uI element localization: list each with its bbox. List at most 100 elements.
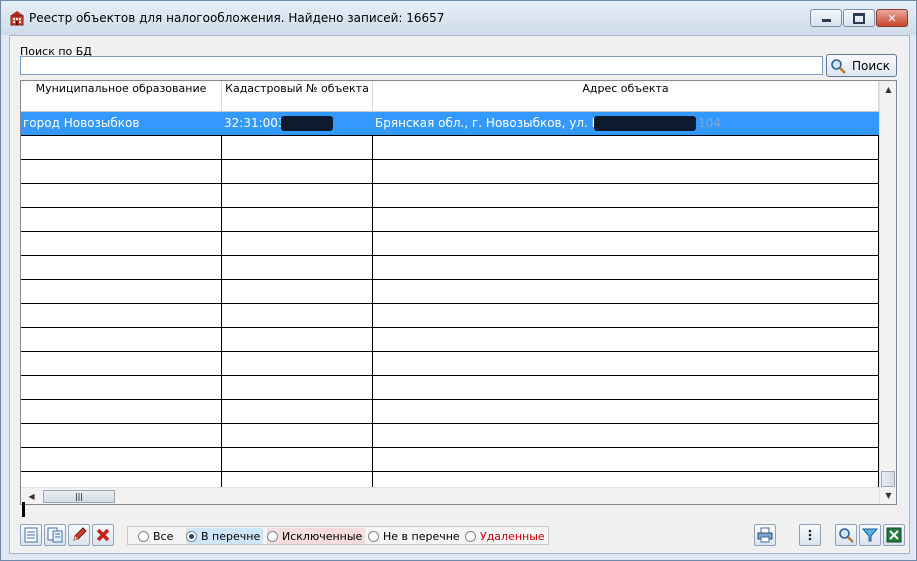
cell-cadastral-number bbox=[222, 328, 373, 351]
cell-address bbox=[373, 448, 879, 471]
filter-not-in-list-option[interactable]: Не в перечне bbox=[368, 528, 460, 544]
scroll-up-arrow-icon[interactable]: ▲ bbox=[880, 81, 896, 98]
table-header: Муниципальное образование Кадастровый № … bbox=[21, 81, 879, 112]
table-row[interactable] bbox=[21, 160, 879, 184]
cell-municipality bbox=[21, 304, 222, 327]
radio-not-in-list[interactable] bbox=[368, 530, 379, 542]
cell-municipality bbox=[21, 280, 222, 303]
table-row[interactable] bbox=[21, 136, 879, 160]
details-view-button[interactable] bbox=[44, 524, 66, 546]
details-view-icon bbox=[47, 527, 63, 543]
filter-in-list-option[interactable]: В перечне bbox=[186, 528, 264, 544]
radio-in-list[interactable] bbox=[186, 530, 197, 542]
cell-municipality bbox=[21, 208, 222, 231]
cell-cadastral-number bbox=[222, 304, 373, 327]
delete-button[interactable] bbox=[92, 524, 114, 546]
cell-cadastral-number bbox=[222, 232, 373, 255]
zoom-search-button[interactable] bbox=[835, 524, 857, 546]
table-row[interactable] bbox=[21, 448, 879, 472]
search-button[interactable]: Поиск bbox=[826, 54, 897, 77]
record-marker bbox=[22, 502, 25, 517]
cell-address bbox=[373, 208, 879, 231]
cell-municipality bbox=[21, 160, 222, 183]
more-options-button[interactable] bbox=[799, 524, 821, 546]
cell-cadastral-number bbox=[222, 400, 373, 423]
maximize-icon bbox=[853, 12, 865, 24]
excel-export-icon bbox=[886, 527, 902, 543]
table-row[interactable] bbox=[21, 424, 879, 448]
table-row[interactable] bbox=[21, 304, 879, 328]
filter-excluded-option[interactable]: Исключенные bbox=[267, 528, 366, 544]
search-input[interactable] bbox=[20, 56, 823, 75]
scroll-down-arrow-icon[interactable]: ▼ bbox=[880, 487, 896, 504]
objects-table[interactable]: Муниципальное образование Кадастровый № … bbox=[20, 80, 897, 505]
table-row[interactable] bbox=[21, 400, 879, 424]
cell-municipality bbox=[21, 424, 222, 447]
filter-all-option[interactable]: Все bbox=[138, 528, 173, 544]
cell-cadastral-number bbox=[222, 136, 373, 159]
table-row[interactable] bbox=[21, 208, 879, 232]
cell-cadastral-number bbox=[222, 280, 373, 303]
excel-export-button[interactable] bbox=[883, 524, 905, 546]
scroll-left-arrow-icon[interactable]: ◀ bbox=[23, 488, 40, 504]
table-row[interactable] bbox=[21, 376, 879, 400]
table-row[interactable]: город Новозыбков 32:31:0030 Брянская обл.,… bbox=[21, 112, 879, 136]
cell-cadastral-number bbox=[222, 376, 373, 399]
cell-address bbox=[373, 160, 879, 183]
cell-municipality bbox=[21, 352, 222, 375]
close-button[interactable]: ✕ bbox=[876, 9, 908, 27]
list-view-button[interactable] bbox=[20, 524, 42, 546]
filter-icon bbox=[862, 528, 878, 542]
cell-address bbox=[373, 376, 879, 399]
cell-municipality bbox=[21, 184, 222, 207]
vertical-scrollbar[interactable]: ▲ ▼ bbox=[879, 81, 896, 504]
radio-excluded[interactable] bbox=[267, 530, 278, 542]
cell-address bbox=[373, 328, 879, 351]
table-row[interactable] bbox=[21, 280, 879, 304]
cell-municipality bbox=[21, 328, 222, 351]
print-button[interactable] bbox=[754, 524, 776, 546]
horizontal-scroll-thumb[interactable]: ||| bbox=[43, 490, 115, 503]
horizontal-scrollbar[interactable]: ◀ ||| bbox=[21, 487, 879, 504]
column-header-cadastral-number[interactable]: Кадастровый № объекта bbox=[222, 81, 373, 111]
cell-address bbox=[373, 400, 879, 423]
address-fragment: 104 bbox=[698, 116, 721, 130]
radio-deleted[interactable] bbox=[465, 530, 476, 542]
cell-cadastral-number bbox=[222, 424, 373, 447]
cell-address bbox=[373, 256, 879, 279]
minimize-icon bbox=[821, 19, 831, 22]
window-title: Реестр объектов для налогообложения. Най… bbox=[29, 11, 445, 25]
more-options-icon bbox=[808, 529, 812, 541]
table-row[interactable] bbox=[21, 184, 879, 208]
filter-deleted-option[interactable]: Удаленные bbox=[465, 528, 545, 544]
maximize-button[interactable] bbox=[843, 9, 875, 27]
cell-address bbox=[373, 424, 879, 447]
radio-all[interactable] bbox=[138, 530, 149, 542]
column-header-municipality[interactable]: Муниципальное образование bbox=[21, 81, 222, 111]
table-row[interactable] bbox=[21, 232, 879, 256]
cell-municipality bbox=[21, 232, 222, 255]
redaction-mark bbox=[594, 116, 696, 131]
table-row[interactable] bbox=[21, 328, 879, 352]
cell-address bbox=[373, 280, 879, 303]
vertical-scroll-thumb[interactable] bbox=[881, 471, 895, 487]
cell-municipality bbox=[21, 400, 222, 423]
cell-address bbox=[373, 304, 879, 327]
cell-address bbox=[373, 352, 879, 375]
filter-deleted-label: Удаленные bbox=[480, 529, 545, 543]
cell-cadastral-number bbox=[222, 352, 373, 375]
table-row[interactable] bbox=[21, 256, 879, 280]
cell-address bbox=[373, 136, 879, 159]
column-header-address[interactable]: Адрес объекта bbox=[373, 81, 879, 111]
cell-cadastral-number bbox=[222, 208, 373, 231]
table-row[interactable] bbox=[21, 352, 879, 376]
redaction-mark bbox=[281, 116, 333, 131]
cell-address bbox=[373, 232, 879, 255]
filter-in-list-label: В перечне bbox=[201, 529, 261, 543]
edit-button[interactable] bbox=[68, 524, 90, 546]
filter-all-label: Все bbox=[153, 529, 174, 543]
filter-button[interactable] bbox=[859, 524, 881, 546]
title-bar[interactable]: Реестр объектов для налогообложения. Най… bbox=[1, 1, 916, 35]
minimize-button[interactable] bbox=[810, 9, 842, 27]
cell-cadastral-number bbox=[222, 256, 373, 279]
